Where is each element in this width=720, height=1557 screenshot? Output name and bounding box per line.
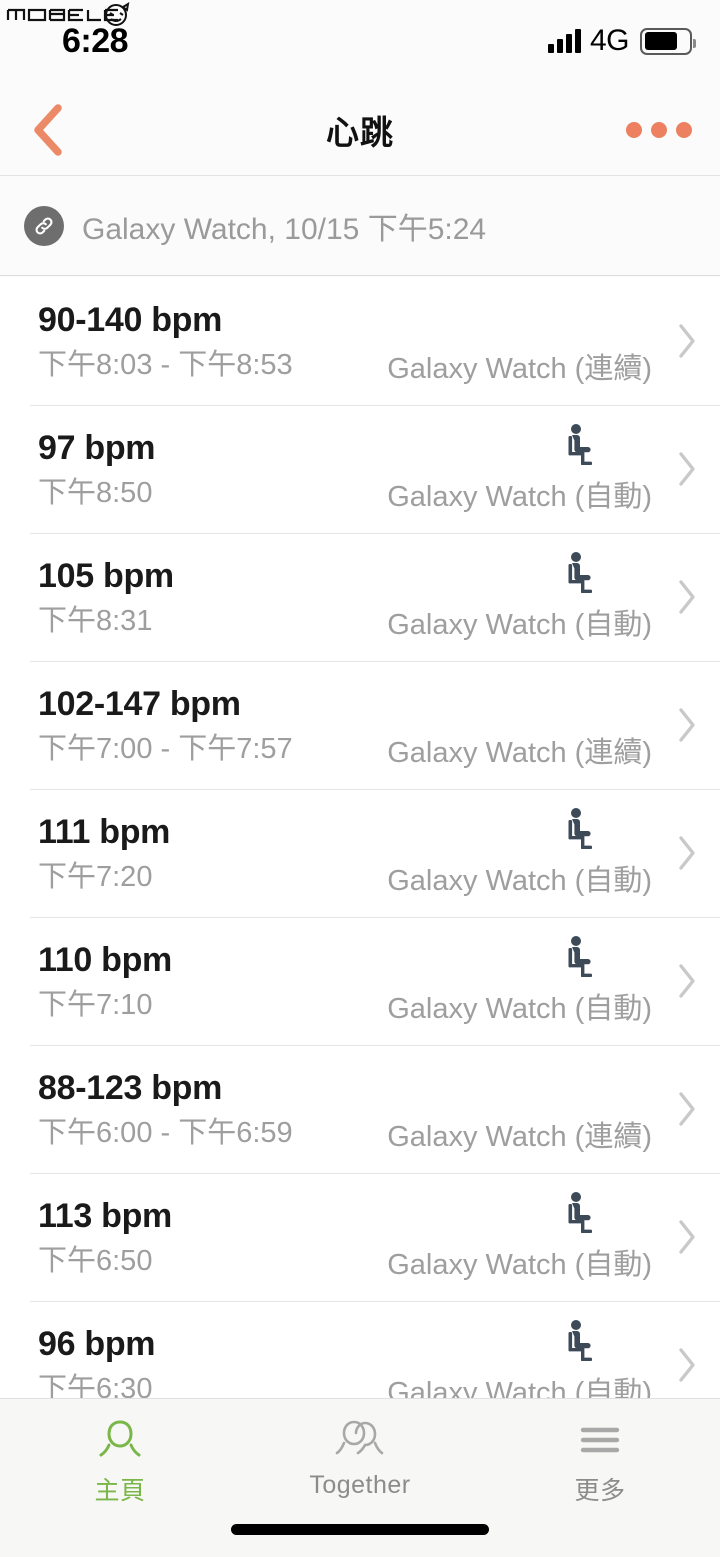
measurement-source: Galaxy Watch (連續)	[387, 1121, 652, 1153]
person-sitting-icon	[568, 808, 592, 849]
tab-more[interactable]: 更多	[480, 1399, 720, 1557]
row-secondary: Galaxy Watch (連續)	[322, 299, 652, 389]
measurement-source: Galaxy Watch (自動)	[387, 993, 652, 1025]
chevron-right-icon	[679, 452, 695, 486]
tab-home[interactable]: 主頁	[0, 1399, 240, 1557]
row-secondary: Galaxy Watch (自動)	[322, 1320, 652, 1398]
row-secondary: Galaxy Watch (自動)	[322, 552, 652, 645]
device-source-row[interactable]: Galaxy Watch, 10/15 下午5:24	[0, 176, 720, 276]
measurement-source: Galaxy Watch (連續)	[387, 737, 652, 769]
row-primary: 88-123 bpm 下午6:00 - 下午6:59	[38, 1067, 293, 1154]
measurement-source: Galaxy Watch (自動)	[387, 865, 652, 897]
chevron-right-icon	[679, 580, 695, 614]
row-secondary: Galaxy Watch (連續)	[322, 1067, 652, 1157]
table-row[interactable]: 110 bpm 下午7:10 Galaxy Watch (自動)	[0, 917, 720, 1045]
mobile01-watermark-logo	[4, 2, 134, 28]
heart-rate-value: 90-140 bpm	[38, 301, 223, 339]
measurement-time: 下午7:00 - 下午7:57	[38, 733, 293, 765]
chevron-right-icon	[679, 708, 695, 742]
table-row[interactable]: 96 bpm 下午6:30 Galaxy Watch (自動)	[0, 1301, 720, 1398]
heart-rate-list[interactable]: 90-140 bpm 下午8:03 - 下午8:53 Galaxy Watch (連…	[0, 277, 720, 1398]
measurement-time: 下午8:03 - 下午8:53	[38, 349, 293, 381]
heart-rate-value: 96 bpm	[38, 1325, 156, 1363]
row-primary: 96 bpm 下午6:30	[38, 1323, 156, 1398]
row-primary: 113 bpm 下午6:50	[38, 1195, 172, 1282]
heart-rate-value: 111 bpm	[38, 813, 171, 851]
person-outline-icon	[97, 1415, 143, 1465]
tab-label-together: Together	[309, 1471, 411, 1499]
row-primary: 90-140 bpm 下午8:03 - 下午8:53	[38, 299, 293, 386]
measurement-source: Galaxy Watch (連續)	[387, 353, 652, 385]
heart-rate-value: 88-123 bpm	[38, 1069, 223, 1107]
person-sitting-icon	[568, 936, 592, 977]
link-icon	[24, 205, 64, 246]
measurement-source: Galaxy Watch (自動)	[387, 1377, 652, 1398]
navigation-bar: 心跳	[0, 84, 720, 176]
app-screen: 6:28 4G 心跳 Galaxy Watch, 10/15 下午5:24 90…	[0, 0, 720, 1557]
row-primary: 110 bpm 下午7:10	[38, 939, 172, 1026]
chevron-right-icon	[679, 836, 695, 870]
measurement-time: 下午7:10	[38, 989, 153, 1021]
table-row[interactable]: 113 bpm 下午6:50 Galaxy Watch (自動)	[0, 1173, 720, 1301]
measurement-source: Galaxy Watch (自動)	[387, 1249, 652, 1281]
more-options-icon	[626, 122, 642, 138]
row-secondary: Galaxy Watch (自動)	[322, 1192, 652, 1285]
person-sitting-icon	[568, 1192, 592, 1233]
row-secondary: Galaxy Watch (自動)	[322, 936, 652, 1029]
tab-label-more: 更多	[574, 1477, 626, 1505]
page-title: 心跳	[326, 114, 394, 151]
hamburger-menu-icon	[577, 1415, 623, 1465]
home-indicator	[231, 1524, 489, 1535]
row-secondary: Galaxy Watch (連續)	[322, 683, 652, 773]
measurement-source: Galaxy Watch (自動)	[387, 609, 652, 641]
chevron-right-icon	[679, 1092, 695, 1126]
more-options-button[interactable]	[626, 84, 692, 176]
network-type-label: 4G	[589, 24, 630, 57]
row-primary: 102-147 bpm 下午7:00 - 下午7:57	[38, 683, 293, 770]
person-sitting-icon	[568, 424, 592, 465]
tab-label-home: 主頁	[94, 1477, 146, 1505]
table-row[interactable]: 90-140 bpm 下午8:03 - 下午8:53 Galaxy Watch (連…	[0, 277, 720, 405]
measurement-time: 下午6:30	[38, 1373, 153, 1398]
device-source-label: Galaxy Watch, 10/15 下午5:24	[82, 212, 487, 246]
more-options-icon	[651, 122, 667, 138]
measurement-time: 下午8:50	[38, 477, 153, 509]
chevron-right-icon	[679, 1220, 695, 1254]
more-options-icon	[676, 122, 692, 138]
measurement-source: Galaxy Watch (自動)	[387, 481, 652, 513]
row-primary: 105 bpm 下午8:31	[38, 555, 174, 642]
table-row[interactable]: 111 bpm 下午7:20 Galaxy Watch (自動)	[0, 789, 720, 917]
heart-rate-value: 102-147 bpm	[38, 685, 241, 723]
person-sitting-icon	[568, 552, 592, 593]
chevron-right-icon	[679, 324, 695, 358]
row-primary: 97 bpm 下午8:50	[38, 427, 156, 514]
chevron-right-icon	[679, 964, 695, 998]
table-row[interactable]: 88-123 bpm 下午6:00 - 下午6:59 Galaxy Watch (連…	[0, 1045, 720, 1173]
status-indicators: 4G	[547, 24, 696, 58]
person-sitting-icon	[568, 1320, 592, 1361]
table-row[interactable]: 105 bpm 下午8:31 Galaxy Watch (自動)	[0, 533, 720, 661]
measurement-time: 下午6:50	[38, 1245, 153, 1277]
table-row[interactable]: 97 bpm 下午8:50 Galaxy Watch (自動)	[0, 405, 720, 533]
table-row[interactable]: 102-147 bpm 下午7:00 - 下午7:57 Galaxy Watch (…	[0, 661, 720, 789]
heart-rate-value: 110 bpm	[38, 941, 172, 979]
measurement-time: 下午7:20	[38, 861, 153, 893]
chevron-right-icon	[679, 1348, 695, 1382]
row-primary: 111 bpm 下午7:20	[38, 811, 170, 898]
signal-bars-icon	[547, 29, 581, 53]
row-secondary: Galaxy Watch (自動)	[322, 808, 652, 901]
two-people-outline-icon	[334, 1415, 386, 1465]
measurement-time: 下午6:00 - 下午6:59	[38, 1117, 293, 1149]
battery-icon	[640, 27, 696, 55]
heart-rate-value: 105 bpm	[38, 557, 174, 595]
heart-rate-value: 113 bpm	[38, 1197, 172, 1235]
heart-rate-value: 97 bpm	[38, 429, 156, 467]
measurement-time: 下午8:31	[38, 605, 153, 637]
row-secondary: Galaxy Watch (自動)	[322, 424, 652, 517]
